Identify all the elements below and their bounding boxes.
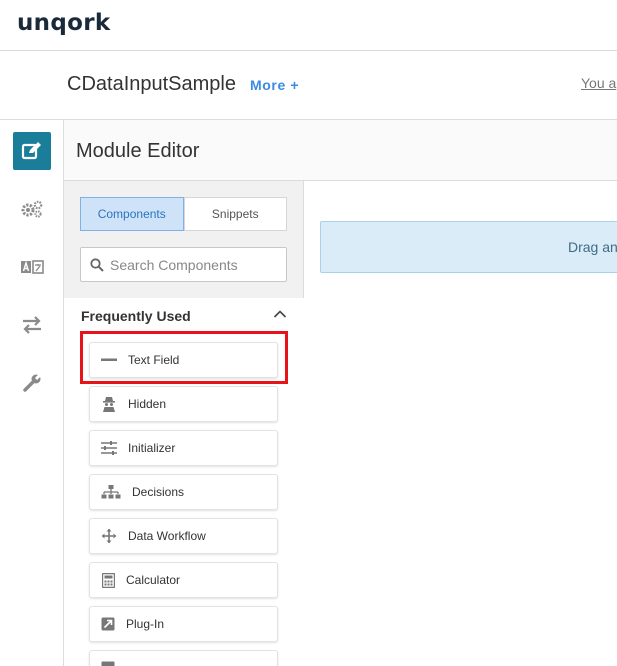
left-nav: [0, 120, 64, 666]
component-list-item[interactable]: [89, 650, 278, 666]
wrench-icon: [23, 373, 42, 392]
component-list: Text Field Hidden Initializer Decisions …: [64, 332, 304, 666]
user-link[interactable]: You a: [581, 75, 616, 91]
drop-zone[interactable]: Drag and: [320, 221, 617, 273]
component-hidden[interactable]: Hidden: [89, 386, 278, 422]
component-label: Decisions: [132, 485, 185, 499]
move-arrows-icon: [101, 528, 117, 544]
chevron-up-icon[interactable]: [273, 309, 287, 319]
more-button[interactable]: More +: [250, 77, 299, 93]
component-decisions[interactable]: Decisions: [89, 474, 278, 510]
module-canvas[interactable]: Drag and: [304, 181, 617, 666]
brand-logo[interactable]: unqork: [17, 10, 110, 36]
nav-settings[interactable]: [13, 190, 51, 228]
component-data-workflow[interactable]: Data Workflow: [89, 518, 278, 554]
drop-zone-text: Drag and: [568, 239, 617, 255]
nav-tools[interactable]: [13, 364, 51, 402]
plug-in-icon: [101, 617, 115, 631]
nav-translations[interactable]: [13, 248, 51, 286]
top-bar: unqork: [0, 0, 617, 51]
editor-title: Module Editor: [76, 140, 200, 162]
search-icon: [90, 257, 104, 272]
tab-components[interactable]: Components: [80, 197, 184, 231]
component-initializer[interactable]: Initializer: [89, 430, 278, 466]
component-label: Hidden: [128, 397, 167, 411]
section-title: Frequently Used: [81, 308, 191, 324]
section-frequently-used[interactable]: Frequently Used: [64, 298, 304, 332]
component-calculator[interactable]: Calculator: [89, 562, 278, 598]
component-label: Data Workflow: [128, 529, 206, 543]
sliders-icon: [101, 441, 117, 455]
component-label: Text Field: [128, 353, 180, 367]
panel-tabs: Components Snippets: [80, 197, 287, 231]
editor-header: Module Editor: [64, 120, 617, 181]
component-panel: Components Snippets Frequently Used Text…: [64, 181, 304, 666]
search-box: [80, 247, 287, 282]
component-label: Initializer: [128, 441, 176, 455]
component-text-field[interactable]: Text Field: [89, 342, 278, 378]
text-field-icon: [101, 358, 117, 361]
edit-icon: [21, 142, 41, 160]
hidden-spy-icon: [103, 397, 115, 412]
sitemap-icon: [101, 485, 121, 499]
gears-icon: [21, 200, 43, 218]
list-icon: [101, 661, 115, 666]
component-plug-in[interactable]: Plug-In: [89, 606, 278, 642]
component-label: Plug-In: [126, 617, 165, 631]
component-label: Calculator: [126, 573, 181, 587]
tab-snippets[interactable]: Snippets: [183, 197, 287, 231]
translate-icon: [21, 260, 44, 274]
swap-arrows-icon: [23, 316, 41, 334]
nav-transfers[interactable]: [13, 306, 51, 344]
search-input[interactable]: [110, 256, 280, 273]
nav-module-editor[interactable]: [13, 132, 51, 170]
app-title-bar: CDataInputSample More + You a: [0, 51, 617, 120]
app-title: CDataInputSample: [67, 73, 236, 95]
calculator-icon: [101, 572, 115, 588]
